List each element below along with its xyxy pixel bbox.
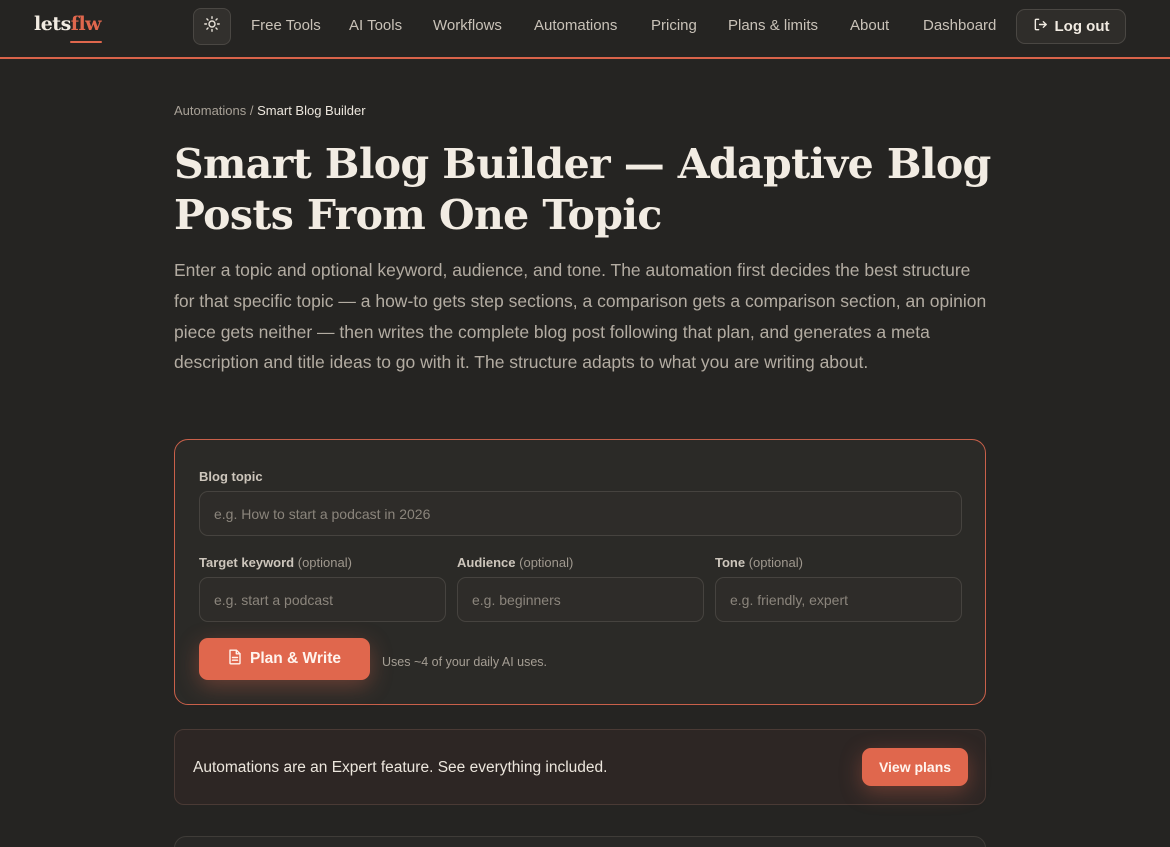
- document-icon: [228, 649, 242, 670]
- results-card: [174, 836, 986, 847]
- tone-label-text: Tone: [715, 555, 746, 570]
- keyword-input[interactable]: e.g. start a podcast: [199, 577, 446, 622]
- top-navigation-bar: letsflw Free Tools AI Tools Workflows Au…: [0, 0, 1170, 59]
- keyword-label-text: Target keyword: [199, 555, 295, 570]
- keyword-optional: (optional): [297, 555, 352, 570]
- upgrade-banner: Automations are an Expert feature. See e…: [174, 729, 986, 805]
- logo-underline: [70, 41, 102, 43]
- tone-input[interactable]: e.g. friendly, expert: [715, 577, 962, 622]
- nav-about[interactable]: About: [850, 17, 889, 34]
- nav-pricing[interactable]: Pricing: [651, 17, 697, 34]
- page-title: Smart Blog Builder — Adaptive Blog Posts…: [174, 140, 991, 239]
- nav-free-tools[interactable]: Free Tools: [251, 17, 321, 34]
- breadcrumb-separator: /: [249, 103, 254, 118]
- sun-icon: [204, 16, 220, 37]
- logout-icon: [1033, 17, 1048, 36]
- tone-optional: (optional): [748, 555, 803, 570]
- keyword-placeholder: e.g. start a podcast: [214, 591, 334, 608]
- topic-label-text: Blog topic: [199, 469, 263, 484]
- logout-button[interactable]: Log out: [1016, 9, 1126, 44]
- page-description: Enter a topic and optional keyword, audi…: [174, 260, 987, 373]
- automation-form-card: Blog topic e.g. How to start a podcast i…: [174, 439, 986, 705]
- breadcrumb-parent[interactable]: Automations: [174, 103, 246, 118]
- logo-accent-text: flw: [70, 13, 102, 35]
- logo[interactable]: letsflw: [34, 13, 102, 35]
- audience-input[interactable]: e.g. beginners: [457, 577, 704, 622]
- tone-placeholder: e.g. friendly, expert: [730, 591, 849, 608]
- logout-label: Log out: [1054, 18, 1110, 35]
- keyword-label: Target keyword (optional): [199, 555, 352, 570]
- audience-label-text: Audience: [457, 555, 516, 570]
- nav-dashboard[interactable]: Dashboard: [923, 17, 996, 34]
- topic-placeholder: e.g. How to start a podcast in 2026: [214, 505, 431, 522]
- tone-label: Tone (optional): [715, 555, 803, 570]
- plan-and-write-button[interactable]: Plan & Write: [199, 638, 370, 680]
- logo-primary-text: lets: [34, 13, 71, 35]
- upgrade-banner-text: Automations are an Expert feature. See e…: [193, 759, 608, 776]
- nav-automations[interactable]: Automations: [534, 17, 617, 34]
- audience-label: Audience (optional): [457, 555, 573, 570]
- audience-optional: (optional): [519, 555, 574, 570]
- nav-ai-tools[interactable]: AI Tools: [349, 17, 402, 34]
- nav-workflows[interactable]: Workflows: [433, 17, 502, 34]
- breadcrumb: Automations / Smart Blog Builder: [174, 103, 366, 118]
- topic-label: Blog topic: [199, 469, 263, 484]
- breadcrumb-current: Smart Blog Builder: [257, 103, 366, 118]
- theme-toggle-button[interactable]: [193, 8, 231, 45]
- audience-placeholder: e.g. beginners: [472, 591, 561, 608]
- plan-and-write-label: Plan & Write: [249, 650, 341, 667]
- view-plans-button[interactable]: View plans: [862, 748, 968, 786]
- usage-note: Uses ~4 of your daily AI uses.: [382, 655, 548, 669]
- topic-input[interactable]: e.g. How to start a podcast in 2026: [199, 491, 962, 536]
- nav-plans-limits[interactable]: Plans & limits: [728, 17, 818, 34]
